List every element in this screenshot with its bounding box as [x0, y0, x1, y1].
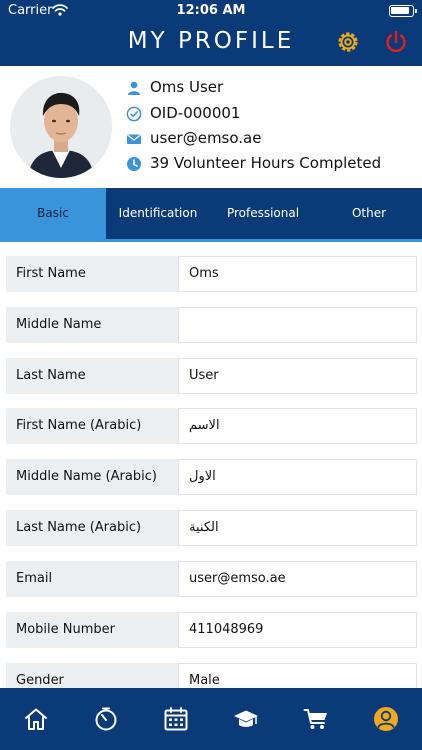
last-name-field[interactable]: User [178, 358, 417, 394]
gender-field[interactable]: Male [178, 663, 417, 688]
middle-name-field[interactable] [178, 307, 417, 343]
user-icon [128, 81, 140, 95]
power-icon[interactable] [383, 29, 409, 55]
profile-name: Oms User [150, 78, 224, 96]
gear-icon[interactable] [335, 29, 361, 55]
status-bar: Carrier 12:06 AM [0, 0, 422, 22]
field-label: Last Name [6, 358, 178, 394]
form-row-first-name: First Name Oms [6, 256, 417, 292]
field-label: Gender [6, 663, 178, 688]
form-row-mobile-number: Mobile Number 411048969 [6, 612, 417, 648]
app-header: Carrier 12:06 AM MY PROFILE [0, 0, 422, 66]
home-icon[interactable] [23, 706, 49, 732]
form-row-middle-name: Middle Name [6, 307, 417, 343]
volunteer-hours: 39 Volunteer Hours Completed [150, 154, 382, 172]
bottom-nav [0, 688, 422, 750]
first-name-field[interactable]: Oms [178, 256, 417, 292]
first-name-arabic-field[interactable]: الاسم [178, 408, 417, 444]
profile-oid: OID-000001 [150, 104, 241, 122]
tab-professional[interactable]: Professional [210, 188, 316, 238]
field-label: First Name [6, 256, 178, 292]
avatar[interactable] [10, 76, 112, 178]
graduation-cap-icon[interactable] [233, 706, 259, 732]
form-row-middle-name-arabic: Middle Name (Arabic) الاول [6, 459, 417, 495]
email-field[interactable]: user@emso.ae [178, 561, 417, 597]
status-time: 12:06 AM [176, 3, 246, 18]
profile-email: user@emso.ae [150, 129, 262, 147]
tab-identification[interactable]: Identification [106, 188, 210, 238]
clock-icon [127, 157, 141, 171]
field-label: Middle Name (Arabic) [6, 459, 178, 495]
envelope-icon [127, 134, 141, 144]
calendar-icon[interactable] [163, 706, 189, 732]
tab-other[interactable]: Other [316, 188, 422, 238]
tab-basic[interactable]: Basic [0, 188, 106, 240]
cart-icon[interactable] [303, 706, 329, 732]
basic-info-form: First Name Oms Middle Name Last Name Use… [0, 242, 422, 688]
form-row-last-name: Last Name User [6, 358, 417, 394]
battery-icon [389, 5, 417, 17]
field-label: Middle Name [6, 307, 178, 343]
field-label: First Name (Arabic) [6, 408, 178, 444]
form-row-last-name-arabic: Last Name (Arabic) الكنية [6, 510, 417, 546]
middle-name-arabic-field[interactable]: الاول [178, 459, 417, 495]
profile-tabs: Basic Identification Professional Other [0, 188, 422, 240]
check-circle-icon [126, 106, 142, 122]
form-row-gender: Gender Male [6, 663, 417, 688]
profile-card: Oms User OID-000001 user@emso.ae 39 Volu… [0, 66, 422, 188]
field-label: Last Name (Arabic) [6, 510, 178, 546]
field-label: Mobile Number [6, 612, 178, 648]
field-label: Email [6, 561, 178, 597]
form-row-email: Email user@emso.ae [6, 561, 417, 597]
mobile-number-field[interactable]: 411048969 [178, 612, 417, 648]
form-row-first-name-arabic: First Name (Arabic) الاسم [6, 408, 417, 444]
user-circle-icon[interactable] [373, 706, 399, 732]
last-name-arabic-field[interactable]: الكنية [178, 510, 417, 546]
timer-icon[interactable] [93, 706, 119, 732]
